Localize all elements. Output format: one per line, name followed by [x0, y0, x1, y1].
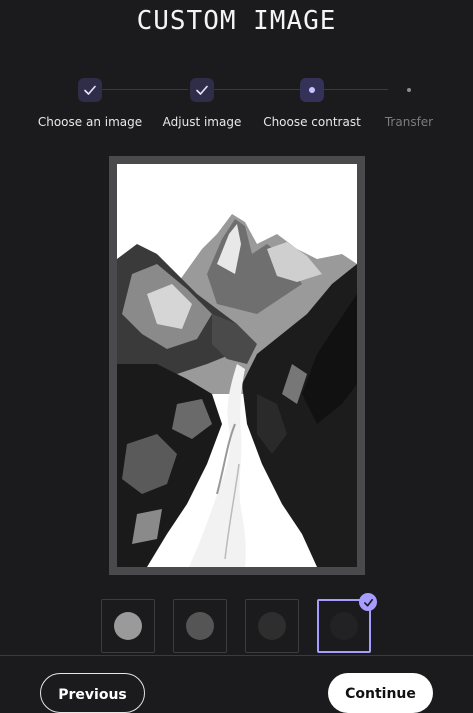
step-connector — [214, 89, 300, 90]
step-connector — [324, 89, 388, 90]
step-label-transfer: Transfer — [384, 115, 434, 129]
contrast-option-1[interactable] — [101, 599, 155, 653]
contrast-swatch — [330, 612, 358, 640]
page-title: CUSTOM IMAGE — [136, 6, 337, 36]
continue-button[interactable]: Continue — [328, 673, 433, 713]
previous-button[interactable]: Previous — [40, 673, 145, 713]
contrast-swatch — [114, 612, 142, 640]
step-connector — [102, 89, 188, 90]
step-label-choose-image[interactable]: Choose an image — [38, 115, 142, 129]
step-choose-image-icon[interactable] — [78, 78, 102, 102]
image-preview-frame — [109, 156, 365, 575]
contrast-option-2[interactable] — [173, 599, 227, 653]
step-label-choose-contrast: Choose contrast — [263, 115, 361, 129]
contrast-option-4[interactable] — [317, 593, 377, 653]
pending-step-dot-icon — [407, 88, 411, 92]
step-choose-contrast-icon — [300, 78, 324, 102]
progress-stepper: Choose an image Adjust image Choose cont… — [0, 78, 473, 138]
selected-check-icon — [359, 593, 377, 611]
mountain-trail-image — [117, 164, 357, 567]
image-preview — [117, 164, 357, 567]
step-label-adjust-image[interactable]: Adjust image — [163, 115, 242, 129]
current-step-dot-icon — [309, 87, 315, 93]
contrast-swatch — [186, 612, 214, 640]
check-icon — [84, 85, 96, 95]
contrast-swatch — [258, 612, 286, 640]
step-transfer-icon — [397, 78, 421, 102]
footer-bar: Previous Continue — [0, 655, 473, 713]
contrast-option-3[interactable] — [245, 599, 299, 653]
check-icon — [196, 85, 208, 95]
contrast-options — [0, 593, 473, 655]
step-adjust-image-icon[interactable] — [190, 78, 214, 102]
